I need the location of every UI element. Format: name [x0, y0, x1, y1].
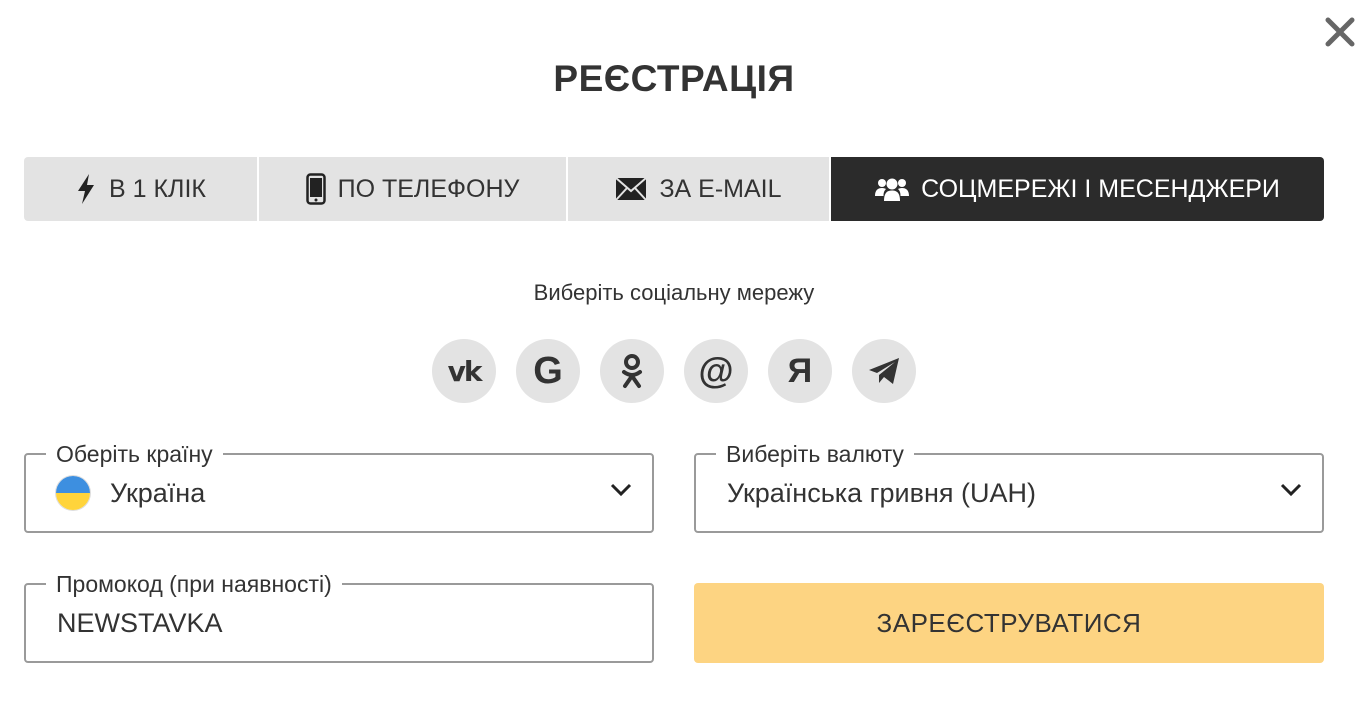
close-icon	[1325, 17, 1355, 47]
envelope-icon	[615, 177, 648, 201]
phone-icon	[305, 173, 326, 205]
yandex-button[interactable]: Я	[768, 339, 832, 403]
tab-social[interactable]: СОЦМЕРЕЖІ І МЕСЕНДЖЕРИ	[829, 157, 1324, 221]
country-value: Україна	[110, 477, 206, 508]
odnoklassniki-button[interactable]	[600, 339, 664, 403]
register-button[interactable]: ЗАРЕЄСТРУВАТИСЯ	[694, 583, 1324, 663]
tab-one-click-label: В 1 КЛІК	[109, 174, 206, 203]
tab-email[interactable]: ЗА E-MAIL	[566, 157, 829, 221]
google-icon: G	[533, 349, 563, 392]
social-network-list: vk G @ Я	[432, 339, 916, 403]
promo-code-field[interactable]: Промокод (при наявності) NEWSTAVKA	[24, 570, 654, 663]
google-button[interactable]: G	[516, 339, 580, 403]
tab-social-label: СОЦМЕРЕЖІ І МЕСЕНДЖЕРИ	[921, 174, 1280, 203]
chevron-down-icon	[610, 483, 632, 497]
currency-value: Українська гривня (UAH)	[727, 477, 1036, 508]
tab-phone[interactable]: ПО ТЕЛЕФОНУ	[257, 157, 566, 221]
currency-select[interactable]: Виберіть валюту Українська гривня (UAH)	[694, 440, 1324, 533]
currency-value-wrap: Українська гривня (UAH)	[727, 455, 1036, 531]
country-value-wrap: Україна	[56, 455, 205, 531]
tab-one-click[interactable]: В 1 КЛІК	[24, 157, 257, 221]
social-caption: Виберіть соціальну мережу	[533, 280, 815, 305]
tab-email-label: ЗА E-MAIL	[659, 174, 782, 203]
promo-code-value[interactable]: NEWSTAVKA	[57, 608, 223, 639]
close-button[interactable]	[1322, 14, 1358, 50]
ukraine-flag-icon	[56, 476, 90, 510]
registration-tabs: В 1 КЛІК ПО ТЕЛЕФОНУ ЗА E-MAIL СОЦМЕРЕЖІ…	[24, 157, 1324, 221]
users-icon	[875, 178, 910, 201]
promo-code-value-wrap: NEWSTAVKA	[57, 585, 223, 661]
yandex-icon: Я	[787, 351, 813, 390]
tab-phone-label: ПО ТЕЛЕФОНУ	[337, 174, 520, 203]
page-title: РЕЄСТРАЦІЯ	[553, 58, 795, 99]
chevron-down-icon	[1280, 483, 1302, 497]
lightning-icon	[78, 174, 95, 204]
telegram-button[interactable]	[852, 339, 916, 403]
mail-ru-icon: @	[698, 350, 734, 391]
telegram-icon	[869, 358, 899, 384]
mail-ru-button[interactable]: @	[684, 339, 748, 403]
vk-icon: vk	[447, 354, 483, 388]
country-select[interactable]: Оберіть країну Україна	[24, 440, 654, 533]
vk-button[interactable]: vk	[432, 339, 496, 403]
odnoklassniki-icon	[622, 354, 642, 388]
